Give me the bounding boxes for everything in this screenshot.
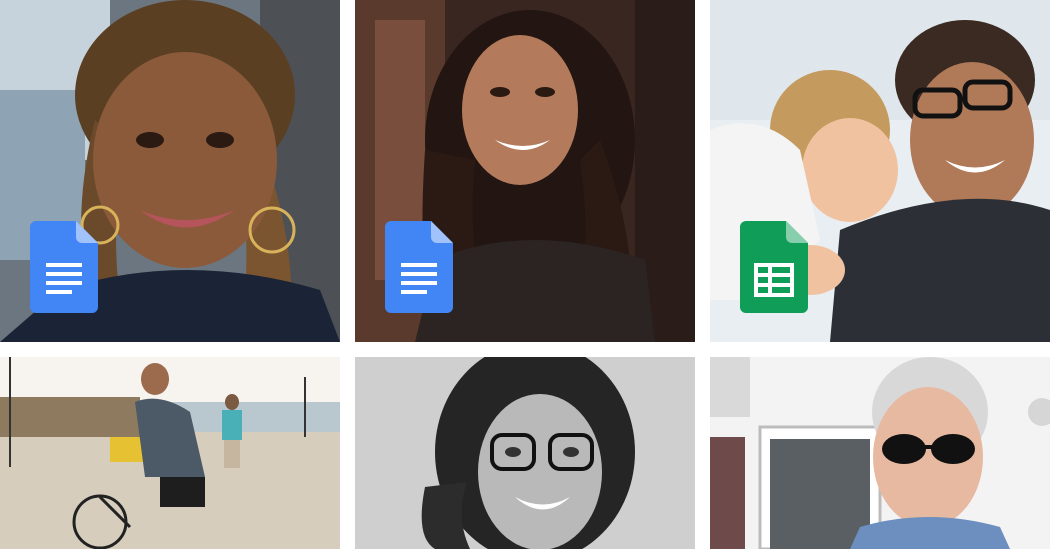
- photo-tile-woman-glasses-grayscale: [355, 357, 695, 549]
- landscape-photo: [0, 357, 340, 549]
- google-docs-icon: [30, 221, 98, 313]
- photo-tile-man-on-bicycle: [0, 357, 340, 549]
- photo-tile-man-sunglasses: [710, 357, 1050, 549]
- google-sheets-icon: [740, 221, 808, 313]
- photo-grid: [0, 0, 1050, 549]
- portrait-photo: [355, 357, 695, 549]
- google-docs-icon: [385, 221, 453, 313]
- photo-tile-woman-locs: [0, 0, 340, 342]
- photo-tile-man-and-child: [710, 0, 1050, 342]
- portrait-photo: [710, 357, 1050, 549]
- photo-tile-woman-wavy-hair: [355, 0, 695, 342]
